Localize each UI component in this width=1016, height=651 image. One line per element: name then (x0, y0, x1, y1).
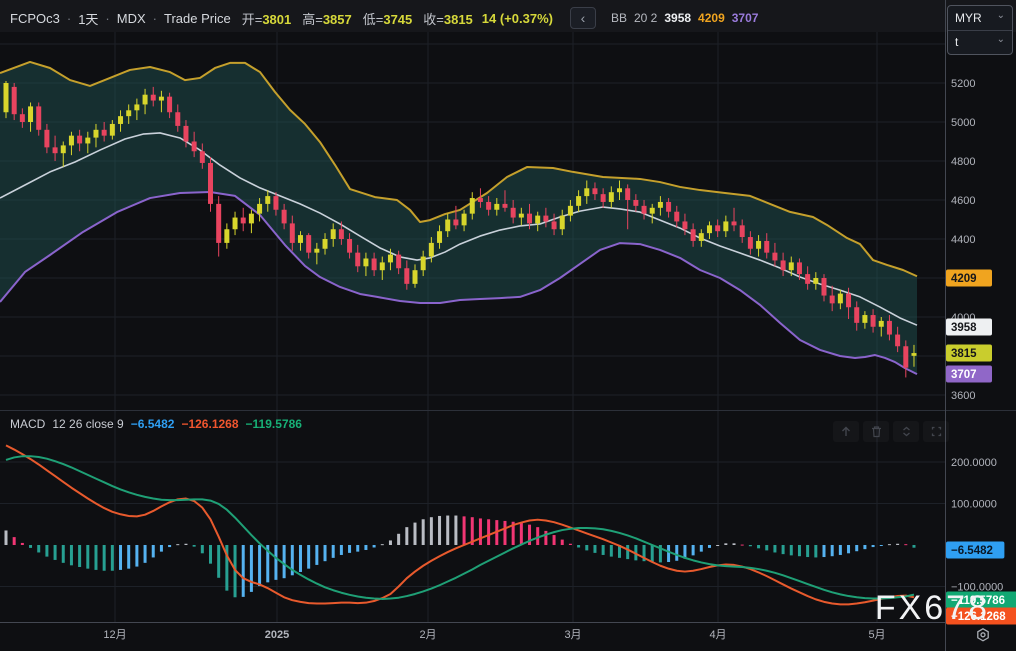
trash-icon (870, 425, 883, 438)
macd-name: MACD (10, 417, 45, 431)
axis-settings-gear-button[interactable] (974, 626, 992, 649)
chevron-down-icon: ⌄ (997, 11, 1005, 21)
svg-text:2025: 2025 (265, 629, 289, 641)
symbol-header: FCPOc3 · 1天 · MDX · Trade Price 开=3801 高… (10, 7, 758, 29)
fx678-watermark: FX678 (875, 589, 990, 628)
svg-text:100.0000: 100.0000 (951, 499, 997, 511)
open-value: 开=3801 (238, 9, 292, 28)
currency-value: MYR (955, 11, 982, 25)
trading-chart-app: 5200500048004600440040003600200.0000100.… (0, 0, 1016, 651)
bb-basis-value: 3958 (664, 11, 691, 25)
collapse-pane-button[interactable] (893, 421, 919, 442)
svg-text:2月: 2月 (419, 629, 436, 641)
collapse-chevrons-icon (900, 425, 913, 438)
maximize-pane-button[interactable] (923, 421, 949, 442)
svg-text:−6.5482: −6.5482 (951, 545, 993, 557)
chevron-left-icon: ‹ (581, 10, 586, 26)
axis-badges: 4209395838153707−6.5482−119.5786−126.126… (946, 270, 1016, 625)
exchange-label: MDX (117, 11, 146, 26)
macd-pane-controls (833, 421, 949, 442)
svg-text:4800: 4800 (951, 156, 975, 168)
bb-lower-value: 3707 (732, 11, 759, 25)
svg-text:12月: 12月 (103, 629, 126, 641)
bb-upper-value: 4209 (698, 11, 725, 25)
delete-pane-button[interactable] (863, 421, 889, 442)
maximize-icon (930, 425, 943, 438)
svg-text:3月: 3月 (564, 629, 581, 641)
macd-signal-value: −119.5786 (246, 417, 302, 431)
macd-indicator-legend[interactable]: MACD 12 26 close 9 −6.5482 −126.1268 −11… (10, 417, 302, 431)
unit-dropdown[interactable]: t ⌄ (948, 30, 1012, 55)
svg-text:5月: 5月 (868, 629, 885, 641)
macd-pane (5, 445, 916, 604)
svg-text:4月: 4月 (709, 629, 726, 641)
svg-text:5200: 5200 (951, 78, 975, 90)
separator-dot: · (67, 11, 71, 26)
price-axis-badge: 3815 (946, 345, 992, 362)
symbol-name[interactable]: FCPOc3 (10, 11, 60, 26)
bb-name: BB (611, 11, 627, 25)
price-axis-badge: 3707 (946, 366, 992, 383)
chevron-down-icon: ⌄ (997, 35, 1005, 45)
svg-text:5000: 5000 (951, 117, 975, 129)
macd-line (6, 445, 914, 604)
svg-text:4400: 4400 (951, 234, 975, 246)
change-value: 14 (+0.37%) (482, 11, 553, 26)
gear-icon (974, 626, 992, 644)
macd-hist-value: −6.5482 (131, 417, 175, 431)
close-value: 收=3815 (419, 9, 473, 28)
svg-text:3707: 3707 (951, 369, 977, 381)
unit-value: t (955, 35, 958, 49)
move-pane-up-button[interactable] (833, 421, 859, 442)
macd-line-value: −126.1268 (181, 417, 238, 431)
low-value: 低=3745 (359, 9, 413, 28)
svg-text:200.0000: 200.0000 (951, 457, 997, 469)
arrow-up-icon (839, 425, 853, 438)
separator-dot: · (105, 11, 109, 26)
separator-dot: · (153, 11, 157, 26)
macd-axis-badge: −6.5482 (946, 542, 1004, 559)
macd-signal-line (6, 456, 914, 599)
chart-canvas[interactable]: 5200500048004600440040003600200.0000100.… (0, 0, 1016, 651)
interval-label[interactable]: 1天 (78, 9, 98, 28)
macd-params: 12 26 close 9 (52, 417, 123, 431)
svg-text:3815: 3815 (951, 348, 977, 360)
price-axis-badge: 3958 (946, 319, 992, 336)
price-axis-badge: 4209 (946, 270, 992, 287)
bb-indicator-legend[interactable]: BB 20 2 3958 4209 3707 (611, 11, 758, 25)
series-type-label: Trade Price (164, 11, 231, 26)
svg-text:4209: 4209 (951, 273, 977, 285)
svg-text:4600: 4600 (951, 195, 975, 207)
axis-settings-box: MYR ⌄ t ⌄ (947, 5, 1013, 55)
svg-text:3958: 3958 (951, 322, 977, 334)
high-value: 高=3857 (298, 9, 352, 28)
bb-params: 20 2 (634, 11, 657, 25)
collapse-legend-button[interactable]: ‹ (570, 7, 596, 29)
currency-dropdown[interactable]: MYR ⌄ (948, 6, 1012, 30)
svg-text:3600: 3600 (951, 390, 975, 402)
